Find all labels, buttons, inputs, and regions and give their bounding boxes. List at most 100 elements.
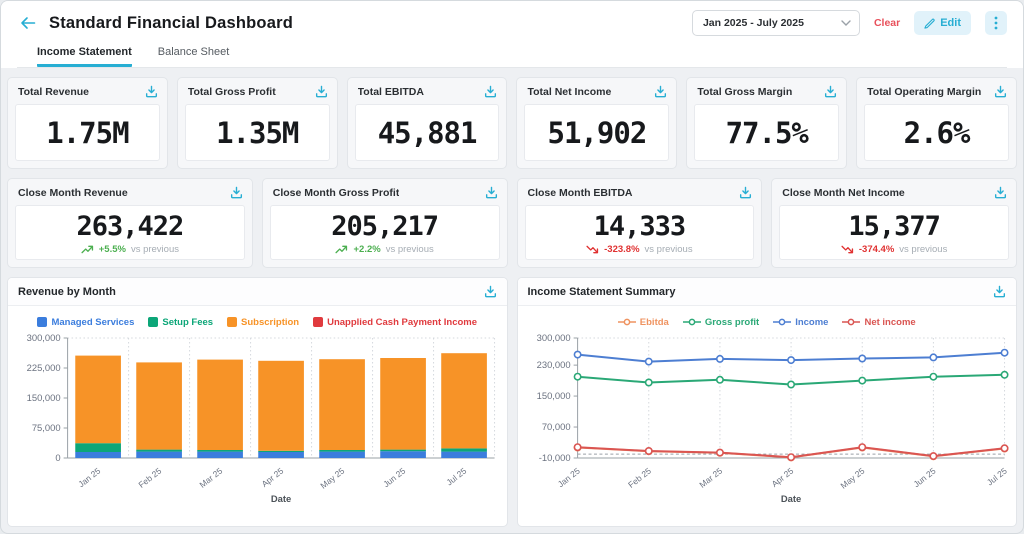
edit-button-label: Edit: [940, 17, 961, 29]
trend-suffix: vs previous: [645, 244, 693, 255]
download-icon[interactable]: [994, 186, 1007, 199]
download-icon[interactable]: [824, 85, 837, 98]
kpi-value: 51,902: [548, 116, 647, 150]
trend-value: +5.5%: [99, 244, 126, 255]
kpi-title: Total Gross Profit: [188, 86, 276, 98]
svg-text:Jul 25: Jul 25: [444, 465, 468, 487]
trend-indicator: +5.5% vs previous: [81, 244, 179, 255]
svg-text:Jun 25: Jun 25: [381, 465, 407, 489]
legend-item[interactable]: Gross profit: [683, 317, 759, 328]
kpi-card-total-operating-margin: Total Operating Margin 2.6%: [856, 77, 1017, 169]
download-icon[interactable]: [654, 85, 667, 98]
download-icon[interactable]: [485, 186, 498, 199]
trending-down-icon: [841, 245, 854, 254]
svg-text:Mar 25: Mar 25: [697, 465, 724, 489]
trend-suffix: vs previous: [899, 244, 947, 255]
svg-text:Feb 25: Feb 25: [136, 465, 163, 489]
kpi-title: Close Month Net Income: [782, 187, 905, 199]
kpi-card-close-month-revenue: Close Month Revenue 263,422 +5.5% vs pre…: [7, 178, 253, 268]
kpi-title: Total EBITDA: [358, 86, 424, 98]
more-options-button[interactable]: [985, 11, 1007, 35]
download-icon[interactable]: [145, 85, 158, 98]
kpi-card-total-gross-margin: Total Gross Margin 77.5%: [686, 77, 847, 169]
legend-item[interactable]: Managed Services: [37, 317, 134, 328]
legend-item[interactable]: Income: [773, 317, 828, 328]
kpi-value: 1.35M: [216, 116, 298, 150]
download-icon[interactable]: [484, 85, 497, 98]
download-icon[interactable]: [484, 285, 497, 298]
revenue-by-month-panel: Revenue by Month Managed Services Setup F…: [7, 277, 508, 527]
kebab-menu-icon: [994, 16, 998, 30]
date-range-value: Jan 2025 - July 2025: [703, 17, 804, 29]
trend-indicator: +2.2% vs previous: [335, 244, 433, 255]
kpi-title: Total Gross Margin: [697, 86, 792, 98]
legend-item[interactable]: Unapplied Cash Payment Income: [313, 317, 477, 328]
kpi-card-close-month-net-income: Close Month Net Income 15,377 -374.4% vs…: [771, 178, 1017, 268]
trending-down-icon: [586, 245, 599, 254]
svg-text:Jul 25: Jul 25: [984, 465, 1008, 487]
edit-button[interactable]: Edit: [914, 11, 971, 35]
download-icon[interactable]: [993, 285, 1006, 298]
kpi-title: Close Month EBITDA: [528, 187, 633, 199]
legend-item[interactable]: Ebitda: [618, 317, 669, 328]
svg-text:75,000: 75,000: [32, 423, 61, 434]
back-button[interactable]: [17, 12, 39, 34]
svg-text:0: 0: [55, 453, 60, 464]
clear-button[interactable]: Clear: [874, 17, 900, 29]
svg-text:Jun 25: Jun 25: [911, 465, 937, 489]
trend-value: -323.8%: [604, 244, 639, 255]
trend-indicator: -374.4% vs previous: [841, 244, 947, 255]
svg-text:225,000: 225,000: [27, 363, 61, 374]
kpi-value: 45,881: [378, 116, 477, 150]
svg-text:Date: Date: [271, 494, 291, 505]
kpi-title: Total Net Income: [527, 86, 611, 98]
kpi-title: Total Operating Margin: [867, 86, 981, 98]
trending-up-icon: [81, 245, 94, 254]
arrow-left-icon: [20, 16, 36, 30]
legend-item[interactable]: Subscription: [227, 317, 299, 328]
kpi-value: 1.75M: [46, 116, 128, 150]
svg-text:Jan 25: Jan 25: [76, 465, 102, 489]
svg-text:May 25: May 25: [318, 465, 346, 490]
revenue-by-month-chart: 075,000150,000225,000300,000Jan 25Feb 25…: [12, 330, 503, 526]
kpi-card-close-month-gross-profit: Close Month Gross Profit 205,217 +2.2% v…: [262, 178, 508, 268]
svg-text:Jan 25: Jan 25: [555, 465, 581, 489]
download-icon[interactable]: [315, 85, 328, 98]
download-icon[interactable]: [230, 186, 243, 199]
kpi-value: 2.6%: [904, 116, 970, 150]
trend-value: +2.2%: [353, 244, 380, 255]
legend-item[interactable]: Net income: [842, 317, 915, 328]
panel-title: Revenue by Month: [18, 286, 116, 298]
kpi-row-totals: Total Revenue 1.75M Total Gross Profit 1…: [7, 77, 1017, 169]
trend-suffix: vs previous: [131, 244, 179, 255]
download-icon[interactable]: [994, 85, 1007, 98]
kpi-card-total-revenue: Total Revenue 1.75M: [7, 77, 168, 169]
kpi-card-total-gross-profit: Total Gross Profit 1.35M: [177, 77, 338, 169]
charts-row: Revenue by Month Managed Services Setup F…: [7, 277, 1017, 527]
revenue-chart-legend: Managed Services Setup Fees Subscription Un…: [12, 314, 503, 330]
legend-swatch: [227, 317, 237, 327]
svg-text:Feb 25: Feb 25: [626, 465, 653, 489]
svg-text:150,000: 150,000: [536, 391, 570, 402]
kpi-title: Close Month Gross Profit: [273, 187, 400, 199]
download-icon[interactable]: [739, 186, 752, 199]
kpi-value: 205,217: [331, 211, 438, 242]
dashboard-content: Total Revenue 1.75M Total Gross Profit 1…: [1, 68, 1023, 533]
svg-text:150,000: 150,000: [27, 393, 61, 404]
chevron-down-icon: [841, 20, 851, 26]
kpi-title: Close Month Revenue: [18, 187, 128, 199]
tab-balance-sheet[interactable]: Balance Sheet: [158, 46, 230, 67]
svg-text:Apr 25: Apr 25: [769, 465, 795, 488]
trend-suffix: vs previous: [386, 244, 434, 255]
kpi-title: Total Revenue: [18, 86, 89, 98]
svg-text:Mar 25: Mar 25: [197, 465, 224, 489]
legend-item[interactable]: Setup Fees: [148, 317, 213, 328]
page-title: Standard Financial Dashboard: [49, 14, 293, 33]
svg-text:-10,000: -10,000: [538, 453, 570, 464]
legend-swatch: [37, 317, 47, 327]
tab-income-statement[interactable]: Income Statement: [37, 46, 132, 67]
dashboard-app: Standard Financial Dashboard Jan 2025 - …: [0, 0, 1024, 534]
topbar: Standard Financial Dashboard Jan 2025 - …: [1, 1, 1023, 68]
date-range-select[interactable]: Jan 2025 - July 2025: [692, 10, 860, 36]
kpi-value: 263,422: [76, 211, 183, 242]
